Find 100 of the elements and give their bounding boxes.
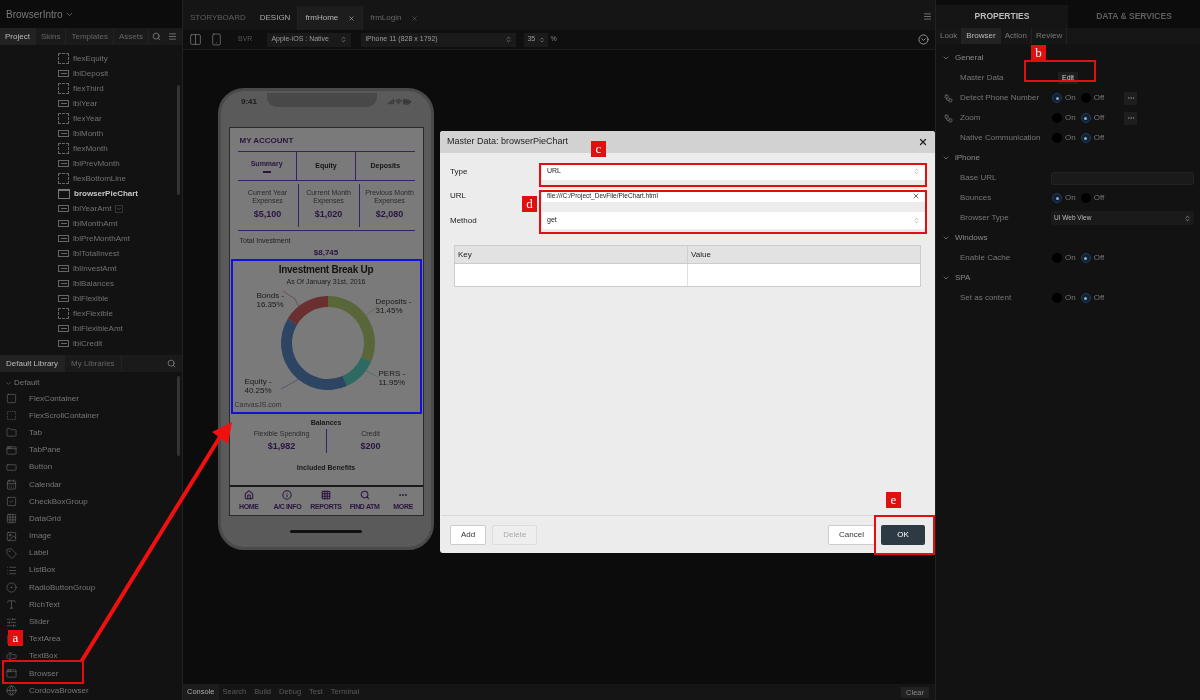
project-tab[interactable]: Templates xyxy=(66,28,114,45)
chevron-icon[interactable] xyxy=(942,154,950,162)
search-icon[interactable] xyxy=(359,489,370,500)
tree-item[interactable]: lblYearAmt xyxy=(0,201,182,216)
mode-tab[interactable]: DESIGN xyxy=(252,6,298,30)
tree-item[interactable]: lblDeposit xyxy=(0,66,182,81)
radio-option[interactable]: Off xyxy=(1080,92,1105,104)
library-tab[interactable]: Default Library xyxy=(0,355,66,372)
dialog-button[interactable]: Cancel xyxy=(828,524,875,545)
library-item[interactable]: DataGrid xyxy=(29,512,61,525)
tree-item[interactable]: lblMonthAmt xyxy=(0,216,182,231)
slider-icon[interactable] xyxy=(6,616,17,628)
form-tab[interactable]: frmHome xyxy=(297,6,363,30)
tree-item[interactable]: lblPrevMonth xyxy=(0,156,182,171)
dashed-square-icon[interactable] xyxy=(6,410,17,422)
mode-tab[interactable]: STORYBOARD xyxy=(183,6,253,30)
scrollbar[interactable] xyxy=(177,376,180,456)
tree-item[interactable]: lblBalances xyxy=(0,276,182,291)
tree-item[interactable]: flexEquity xyxy=(0,51,182,66)
section-header[interactable]: Windows xyxy=(955,232,988,244)
library-item[interactable]: Calendar xyxy=(29,478,62,491)
tag-icon[interactable] xyxy=(6,547,17,559)
scrollbar[interactable] xyxy=(177,85,180,195)
text-cursor-icon[interactable] xyxy=(6,650,17,662)
radio-option[interactable]: Off xyxy=(1080,132,1105,144)
menu-icon[interactable] xyxy=(168,32,177,41)
section-header[interactable]: SPA xyxy=(955,272,971,284)
tree-item[interactable]: lblFlexibleAmt xyxy=(0,321,182,336)
section-header[interactable]: iPhone xyxy=(955,152,980,164)
library-item[interactable]: Slider xyxy=(29,616,50,629)
search-icon[interactable] xyxy=(167,359,176,368)
folder-icon[interactable] xyxy=(6,427,17,439)
library-item[interactable]: RichText xyxy=(29,598,60,611)
library-item[interactable]: TextArea xyxy=(29,633,61,646)
text-icon[interactable] xyxy=(6,599,17,611)
more-button[interactable] xyxy=(1124,111,1138,125)
chevron-icon[interactable] xyxy=(942,54,950,62)
image-icon[interactable] xyxy=(6,530,17,542)
dropdown-toggle[interactable] xyxy=(115,204,124,213)
square-icon[interactable] xyxy=(6,393,17,405)
radio-icon[interactable] xyxy=(6,582,17,594)
search-icon[interactable] xyxy=(152,32,161,41)
primary-button[interactable]: OK xyxy=(881,524,925,545)
calendar-icon[interactable] xyxy=(6,479,17,491)
tree-item[interactable]: lblMonth xyxy=(0,126,182,141)
tree-item[interactable]: browserPieChart xyxy=(0,186,182,201)
grid-icon[interactable] xyxy=(6,513,17,525)
tree-item[interactable]: flexFlexible xyxy=(0,306,182,321)
tree-item[interactable]: flexThird xyxy=(0,81,182,96)
library-item[interactable]: Tab xyxy=(29,426,42,439)
info-icon[interactable] xyxy=(282,489,293,500)
window-icon[interactable] xyxy=(6,444,17,456)
clear-icon[interactable] xyxy=(912,191,920,200)
tree-item[interactable]: lblInvestAmt xyxy=(0,261,182,276)
radio-option[interactable]: Off xyxy=(1080,292,1105,304)
chevron-down-icon[interactable] xyxy=(918,34,929,45)
radio-option[interactable]: Off xyxy=(1080,112,1105,124)
radio-option[interactable]: On xyxy=(1052,192,1076,204)
radio-option[interactable]: On xyxy=(1052,292,1076,304)
library-item[interactable]: TextBox xyxy=(29,650,58,663)
library-item[interactable]: ListBox xyxy=(29,564,56,577)
radio-option[interactable]: Off xyxy=(1080,252,1105,264)
grid-icon[interactable] xyxy=(321,489,331,500)
panel-tab[interactable]: PROPERTIES xyxy=(936,5,1068,28)
radio-option[interactable]: On xyxy=(1052,112,1076,124)
phone-icon[interactable] xyxy=(210,33,223,46)
project-tab[interactable]: Assets xyxy=(113,28,149,45)
tree-item[interactable]: lblYear xyxy=(0,96,182,111)
property-tab[interactable]: Action xyxy=(1000,28,1032,44)
library-item[interactable]: TabPane xyxy=(29,444,61,457)
close-icon[interactable] xyxy=(918,137,928,147)
radio-option[interactable]: On xyxy=(1052,252,1076,264)
property-tab[interactable]: Review xyxy=(1031,28,1068,44)
library-item[interactable]: FlexContainer xyxy=(29,392,79,405)
radio-option[interactable]: Off xyxy=(1080,192,1105,204)
tree-item[interactable]: lblPreMonthAmt xyxy=(0,231,182,246)
dialog-button[interactable]: Add xyxy=(450,524,487,545)
tree-item[interactable]: flexYear xyxy=(0,111,182,126)
chevron-icon[interactable] xyxy=(942,274,950,282)
library-item[interactable]: Button xyxy=(29,461,53,474)
library-item[interactable]: Browser xyxy=(29,667,59,680)
radio-option[interactable]: On xyxy=(1052,92,1076,104)
library-tab[interactable]: My Libraries xyxy=(65,355,122,372)
project-tab[interactable]: Skins xyxy=(35,28,67,45)
library-item[interactable]: CordovaBrowser xyxy=(29,684,89,697)
library-item[interactable]: Label xyxy=(29,547,49,560)
library-item[interactable]: Image xyxy=(29,530,52,543)
list-icon[interactable] xyxy=(6,564,17,576)
rectangle-icon[interactable] xyxy=(6,461,17,473)
globe-icon[interactable] xyxy=(6,685,17,697)
home-icon[interactable] xyxy=(243,489,254,500)
tree-item[interactable]: lblFlexible xyxy=(0,291,182,306)
window-icon[interactable] xyxy=(6,668,17,680)
tree-item[interactable]: lblTotalInvest xyxy=(0,246,182,261)
layout-icon[interactable] xyxy=(189,33,202,46)
project-tab[interactable]: Project xyxy=(0,28,36,45)
tree-item[interactable]: flexMonth xyxy=(0,141,182,156)
library-item[interactable]: CheckBoxGroup xyxy=(29,495,88,508)
section-header[interactable]: General xyxy=(955,52,984,64)
more-button[interactable] xyxy=(1124,91,1138,105)
